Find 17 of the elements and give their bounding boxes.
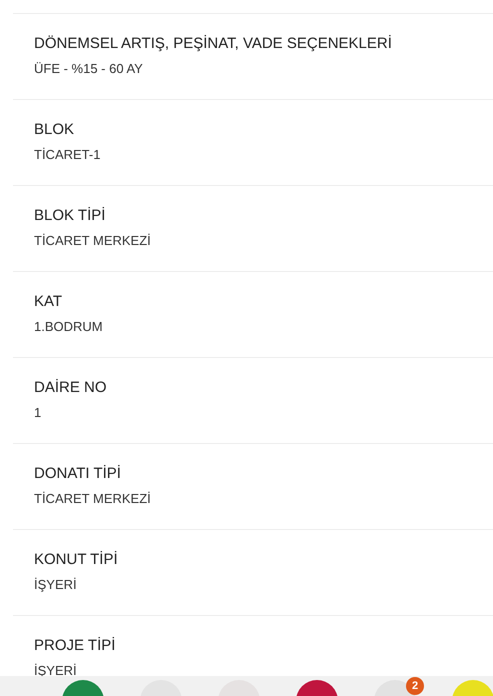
field-value: İŞYERİ <box>34 577 78 593</box>
field-value: TİCARET-1 <box>34 147 102 163</box>
field-label: PROJE TİPİ <box>34 637 116 655</box>
field-value: ÜFE - %15 - 60 AY <box>34 61 144 77</box>
field-value: 1 <box>34 405 42 421</box>
field-label: DÖNEMSEL ARTIŞ, PEŞİNAT, VADE SEÇENEKLERİ <box>34 35 393 53</box>
field-label: KAT <box>34 293 64 311</box>
field-label: DONATI TİPİ <box>34 465 122 483</box>
field-value: TİCARET MERKEZİ <box>34 233 152 249</box>
field-value: 1.BODRUM <box>34 319 104 335</box>
field-label: KONUT TİPİ <box>34 551 119 569</box>
field-label: BLOK TİPİ <box>34 207 106 225</box>
field-label: BLOK <box>34 121 76 139</box>
field-value: İŞYERİ <box>34 663 78 679</box>
field-label: DAİRE NO <box>34 379 108 397</box>
notification-badge: 2 <box>406 677 424 695</box>
field-value: TİCARET MERKEZİ <box>34 491 152 507</box>
